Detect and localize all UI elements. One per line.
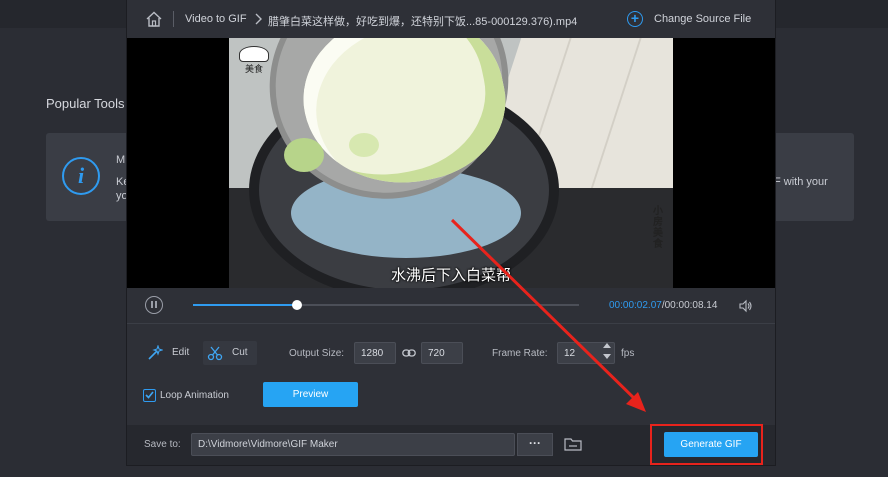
- video-subtitle: 水沸后下入白菜帮: [390, 267, 511, 284]
- preview-button[interactable]: Preview: [263, 382, 358, 407]
- card-text-partial: M: [116, 154, 126, 166]
- channel-logo: 美食: [235, 46, 273, 90]
- link-icon[interactable]: [402, 348, 416, 358]
- generate-gif-highlight-box: [650, 424, 763, 465]
- breadcrumb-tool[interactable]: Video to GIF: [185, 13, 247, 25]
- gif-settings: Edit Cut Output Size: 1280 720 Frame Rat…: [127, 325, 775, 425]
- video-preview[interactable]: 美食 小房美食 水沸后下入白菜帮: [127, 38, 775, 288]
- breadcrumb-divider: [173, 11, 174, 27]
- video-frame: 美食 小房美食 水沸后下入白菜帮: [229, 38, 673, 288]
- loop-animation-checkbox[interactable]: [143, 389, 156, 402]
- save-to-label: Save to:: [144, 439, 181, 450]
- magic-wand-icon: [148, 345, 163, 360]
- channel-watermark: 小房美食: [653, 206, 663, 250]
- frame-rate-label: Frame Rate:: [492, 348, 548, 359]
- chevron-right-icon: [255, 13, 262, 25]
- progress-slider[interactable]: [193, 300, 579, 310]
- fps-label: fps: [621, 348, 635, 359]
- home-icon[interactable]: [145, 10, 163, 28]
- folder-icon[interactable]: [564, 437, 582, 451]
- chef-hat-icon: [239, 46, 269, 62]
- output-height-input[interactable]: 720: [421, 342, 463, 364]
- save-path-input[interactable]: D:\Vidmore\Vidmore\GIF Maker: [191, 433, 515, 456]
- plus-circle-icon: +: [627, 11, 643, 27]
- frame-rate-decrement-icon[interactable]: [603, 354, 611, 359]
- output-width-input[interactable]: 1280: [354, 342, 396, 364]
- card-text-partial-right: F with your: [774, 176, 828, 188]
- change-source-file-button[interactable]: + Change Source File: [625, 10, 765, 30]
- edit-label: Edit: [172, 347, 190, 358]
- loop-animation-label[interactable]: Loop Animation: [160, 390, 229, 401]
- output-size-label: Output Size:: [289, 348, 345, 359]
- popular-tools-heading: Popular Tools: [46, 96, 125, 111]
- current-time: 00:00:02.07: [609, 300, 662, 311]
- total-time: /00:00:08.14: [661, 300, 718, 311]
- cut-button[interactable]: Cut: [203, 341, 257, 365]
- breadcrumb: Video to GIF 腊肇白菜这样做，好吃到爆，还特别下饭...85-000…: [127, 0, 775, 38]
- volume-icon[interactable]: [739, 299, 753, 313]
- scissors-icon: [207, 346, 223, 361]
- video-leaf: [349, 133, 379, 157]
- frame-rate-increment-icon[interactable]: [603, 343, 611, 348]
- time-display: 00:00:02.07/00:00:08.14: [609, 300, 717, 311]
- breadcrumb-file: 腊肇白菜这样做，好吃到爆，还特别下饭...85-000129.376).mp4: [268, 16, 578, 28]
- progress-fill: [193, 304, 298, 306]
- edit-button[interactable]: Edit: [143, 341, 193, 365]
- channel-logo-text: 美食: [244, 64, 263, 74]
- playback-bar: 00:00:02.07/00:00:08.14: [127, 288, 775, 324]
- browse-more-button[interactable]: ···: [517, 433, 553, 456]
- video-leaf: [284, 138, 324, 172]
- pause-icon[interactable]: [145, 296, 163, 314]
- checkmark-icon: [145, 391, 154, 399]
- progress-handle[interactable]: [292, 300, 303, 310]
- cut-label: Cut: [232, 347, 248, 358]
- video-to-gif-dialog: Video to GIF 腊肇白菜这样做，好吃到爆，还特别下饭...85-000…: [126, 0, 776, 466]
- info-icon: i: [62, 157, 100, 195]
- change-source-label: Change Source File: [654, 13, 752, 25]
